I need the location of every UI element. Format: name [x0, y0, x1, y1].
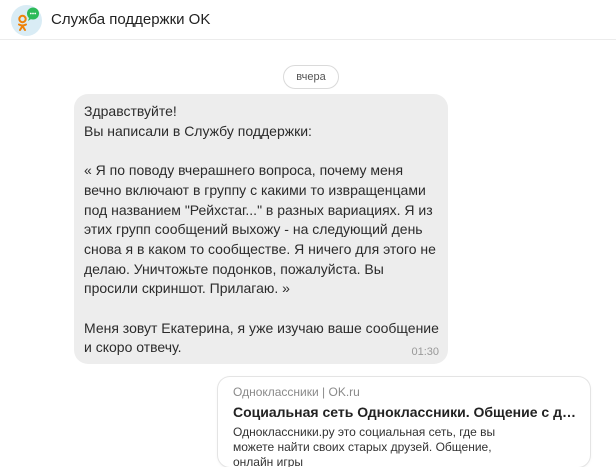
- ok-support-logo-icon[interactable]: [11, 5, 42, 36]
- chat-title[interactable]: Служба поддержки OK: [51, 11, 210, 28]
- message-time: 01:30: [411, 346, 439, 358]
- chat-header: Служба поддержки OK: [0, 0, 616, 40]
- link-preview-card[interactable]: Одноклассники | OK.ru Социальная сеть Од…: [218, 377, 590, 467]
- message-text: Здравствуйте! Вы написали в Службу подде…: [84, 103, 439, 356]
- link-preview-description: Одноклассники.ру это социальная сеть, гд…: [233, 425, 496, 467]
- link-preview-title[interactable]: Социальная сеть Одноклассники. Общение с…: [233, 404, 576, 420]
- incoming-message-bubble: Здравствуйте! Вы написали в Службу подде…: [74, 94, 448, 364]
- link-preview-site: Одноклассники | OK.ru: [233, 385, 360, 399]
- date-separator: вчера: [283, 65, 339, 89]
